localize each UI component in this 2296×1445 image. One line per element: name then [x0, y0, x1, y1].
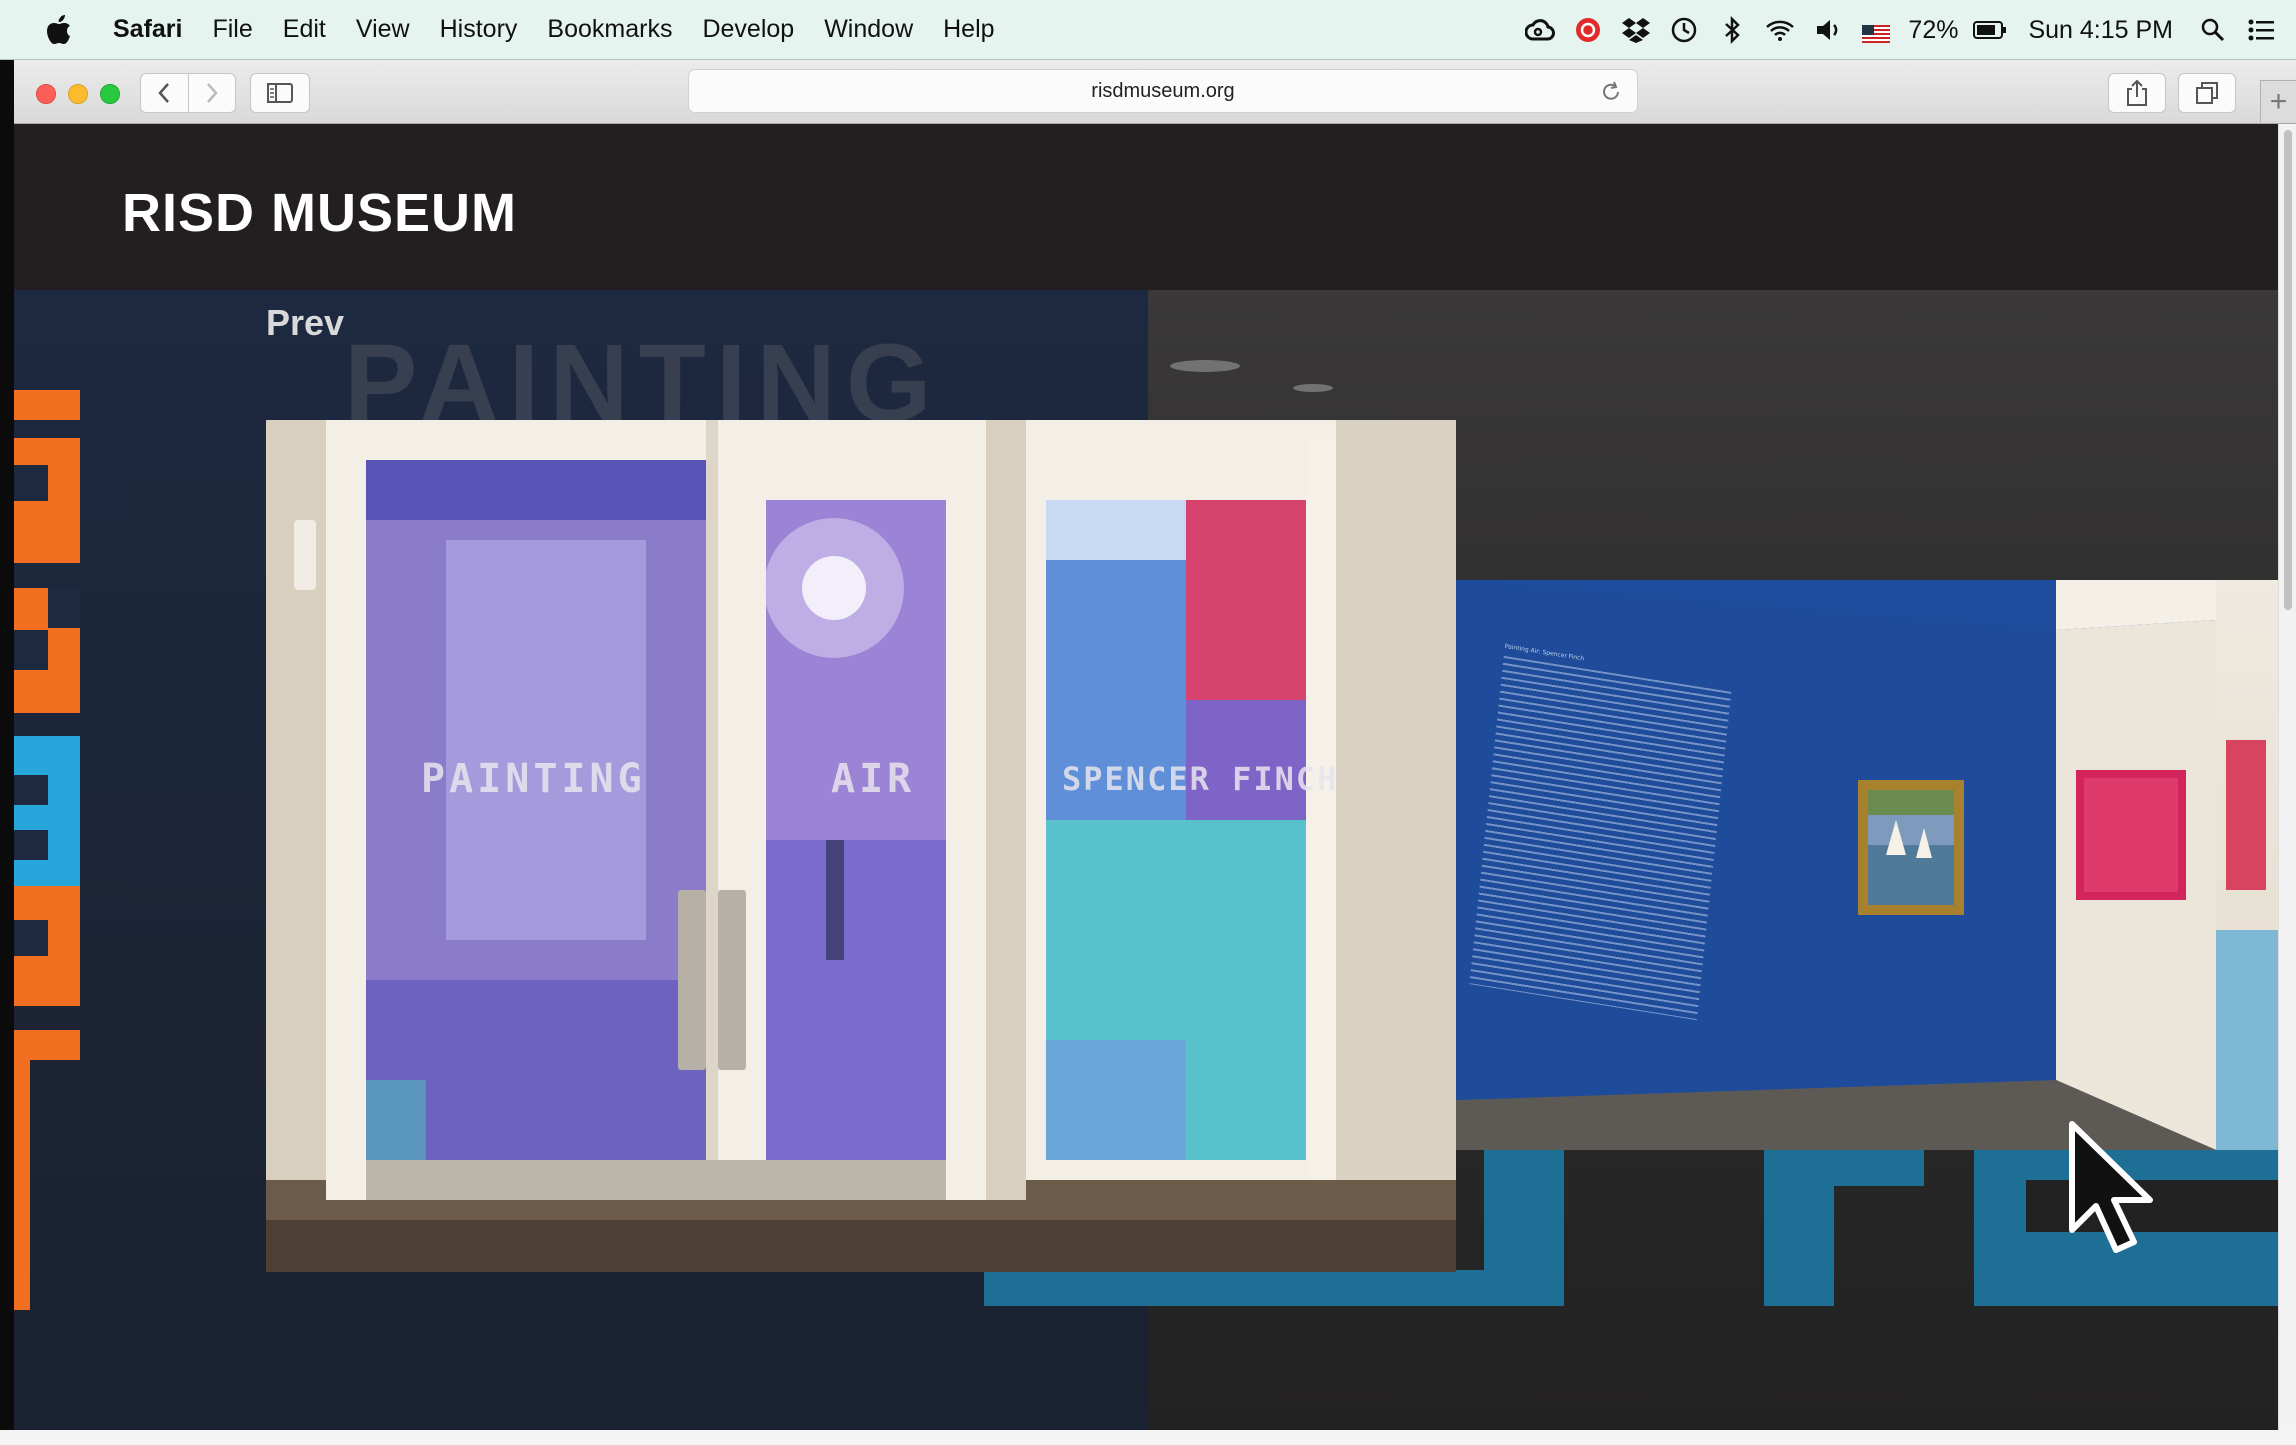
- menu-history[interactable]: History: [425, 0, 533, 60]
- chevron-right-icon: [207, 83, 218, 103]
- slide-next-peek[interactable]: [2216, 580, 2278, 1150]
- prev-button[interactable]: Prev: [266, 302, 344, 344]
- decorative-glyph-strip: [14, 390, 80, 1310]
- reload-icon[interactable]: [1599, 80, 1623, 104]
- wall-text-panel: Painting Air: Spencer Finch: [1469, 643, 1732, 1021]
- new-tab-button[interactable]: +: [2260, 80, 2296, 122]
- creative-cloud-icon[interactable]: [1523, 13, 1557, 47]
- ceiling-light: [1293, 384, 1333, 392]
- address-bar[interactable]: risdmuseum.org: [688, 69, 1638, 113]
- dropbox-icon[interactable]: [1619, 13, 1653, 47]
- status-area: 72% Sun 4:15 PM: [1516, 0, 2296, 60]
- back-button[interactable]: [141, 74, 188, 112]
- slide-gallery-image[interactable]: Painting Air: Spencer Finch: [1456, 580, 2216, 1150]
- doors-illustration: [266, 420, 1456, 1272]
- wifi-icon[interactable]: [1763, 13, 1797, 47]
- menu-view[interactable]: View: [341, 0, 425, 60]
- site-header: RISD MUSEUM: [14, 124, 2278, 290]
- slide-doors-image[interactable]: PAINTING AIR SPENCER FINCH: [266, 420, 1456, 1272]
- webpage: RISD MUSEUM PAINTING Prev PAINTING AIR S…: [14, 124, 2278, 1430]
- site-logo[interactable]: RISD MUSEUM: [122, 182, 517, 244]
- scrollbar-thumb[interactable]: [2284, 130, 2292, 610]
- menu-window[interactable]: Window: [809, 0, 928, 60]
- tabs-overview-icon: [2196, 82, 2218, 104]
- sidebar-toggle-button[interactable]: [250, 73, 310, 113]
- minimize-window-button[interactable]: [68, 84, 88, 104]
- menubar: Safari File Edit View History Bookmarks …: [0, 0, 2296, 60]
- navigation-buttons: [140, 73, 236, 113]
- zoom-window-button[interactable]: [100, 84, 120, 104]
- apple-menu-icon[interactable]: [46, 14, 72, 45]
- door-text-spencer-finch: SPENCER FINCH: [1062, 760, 1339, 798]
- door-text-air: AIR: [831, 756, 916, 802]
- mouse-pointer-icon: [2069, 1121, 2153, 1253]
- sidebar-icon: [267, 83, 293, 103]
- menu-develop[interactable]: Develop: [687, 0, 809, 60]
- page-scrollbar[interactable]: [2278, 124, 2296, 1430]
- share-icon: [2127, 79, 2147, 106]
- chevron-left-icon: [158, 83, 170, 103]
- notification-center-icon[interactable]: [2244, 13, 2278, 47]
- browser-toolbar: risdmuseum.org: [14, 60, 2296, 124]
- battery-percent: 72%: [1908, 15, 1959, 44]
- window-bottom-edge: [0, 1430, 2296, 1445]
- menu-bookmarks[interactable]: Bookmarks: [532, 0, 687, 60]
- spotlight-search-icon[interactable]: [2196, 13, 2230, 47]
- door-text-painting: PAINTING: [421, 756, 646, 802]
- share-button[interactable]: [2108, 73, 2166, 113]
- menu-edit[interactable]: Edit: [268, 0, 341, 60]
- artwork-peek: [2226, 740, 2266, 890]
- bluetooth-icon[interactable]: [1715, 13, 1749, 47]
- menu-file[interactable]: File: [197, 0, 267, 60]
- wall-text-body: [1469, 655, 1732, 1021]
- hero-carousel: PAINTING Prev PAINTING AIR SPENCER FINCH…: [14, 290, 2278, 1430]
- volume-icon[interactable]: [1811, 13, 1845, 47]
- plus-icon: +: [2269, 84, 2288, 118]
- time-machine-icon[interactable]: [1667, 13, 1701, 47]
- menu-safari[interactable]: Safari: [98, 0, 197, 60]
- menubar-clock[interactable]: Sun 4:15 PM: [2028, 16, 2173, 45]
- close-window-button[interactable]: [36, 84, 56, 104]
- battery-icon[interactable]: [1973, 13, 2007, 47]
- floor-peek: [2216, 930, 2278, 1150]
- url-text: risdmuseum.org: [1091, 79, 1235, 102]
- ceiling-light: [1170, 360, 1240, 372]
- menu-help[interactable]: Help: [928, 0, 1009, 60]
- forward-button[interactable]: [187, 74, 235, 112]
- show-tabs-button[interactable]: [2178, 73, 2236, 113]
- us-flag-icon[interactable]: [1862, 21, 1891, 43]
- record-icon[interactable]: [1571, 13, 1605, 47]
